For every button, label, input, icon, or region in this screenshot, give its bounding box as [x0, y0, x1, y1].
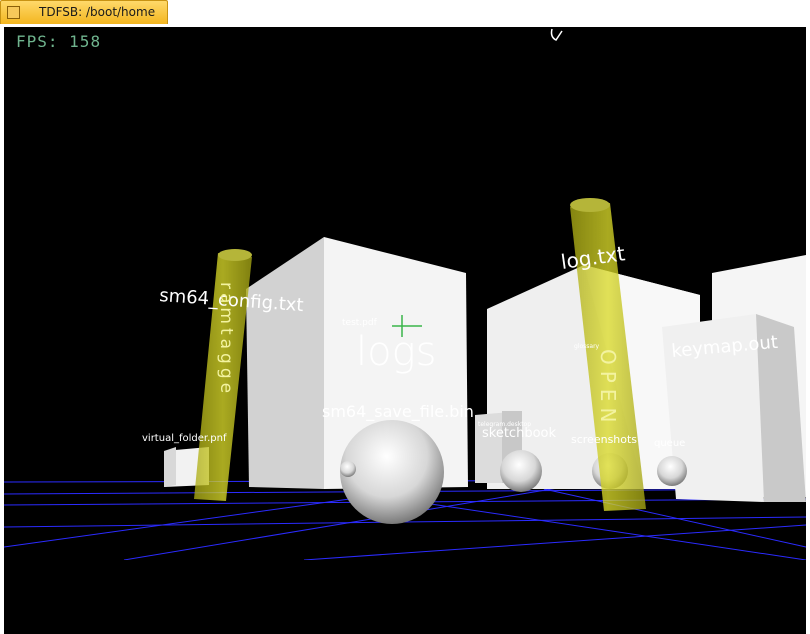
- label-queue: queue: [654, 438, 685, 449]
- 3d-viewport[interactable]: logs test.pdf sm64_config.txt sm64_save_…: [4, 27, 806, 560]
- label-telegram: telegram.desktop: [478, 421, 531, 428]
- label-sm64-save: sm64_save_file.bin: [322, 402, 474, 422]
- sphere-sketchbook[interactable]: [500, 450, 542, 492]
- sphere-sm64-save[interactable]: [340, 420, 444, 524]
- app-icon: [7, 6, 20, 19]
- pillar-left-text: ramtagge: [216, 282, 236, 397]
- label-screenshots: screenshots: [571, 433, 637, 446]
- label-sketchbook: sketchbook: [482, 426, 556, 441]
- scene-canvas[interactable]: logs test.pdf sm64_config.txt sm64_save_…: [4, 27, 806, 560]
- window-title: TDFSB: /boot/home: [39, 5, 156, 19]
- distant-object: [550, 28, 563, 41]
- label-test-pdf: test.pdf: [342, 318, 378, 328]
- fps-counter: FPS: 158: [16, 32, 101, 51]
- sphere-queue[interactable]: [657, 456, 687, 486]
- sphere-small-left[interactable]: [340, 461, 356, 477]
- viewport-bottom: [4, 560, 806, 634]
- window-frame-right: [806, 26, 810, 634]
- pillar-right-text: OPEN: [596, 349, 620, 428]
- label-virtual-folder: virtual_folder.pnf: [142, 433, 227, 444]
- title-bar: TDFSB: /boot/home: [0, 0, 810, 26]
- fps-value: 158: [69, 32, 102, 51]
- label-logs: logs: [356, 329, 436, 375]
- window-tab[interactable]: TDFSB: /boot/home: [0, 0, 168, 24]
- fps-label: FPS:: [16, 32, 59, 51]
